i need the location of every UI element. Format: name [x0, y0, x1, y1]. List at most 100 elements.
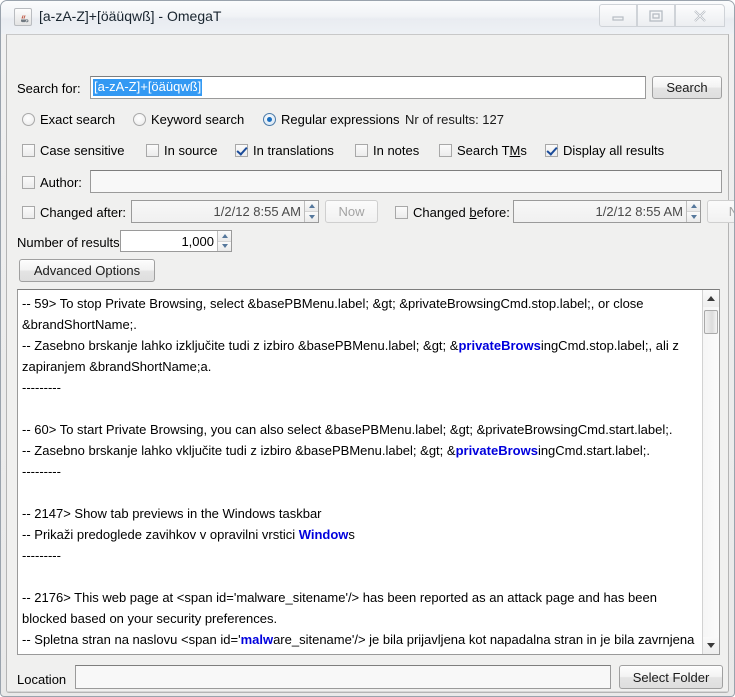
select-folder-button[interactable]: Select Folder: [619, 665, 723, 689]
checkbox-changed-after-label: Changed after:: [40, 205, 127, 220]
result-text: -- 60> To start Private Browsing, you ca…: [22, 422, 673, 437]
changed-after-spin-buttons[interactable]: [304, 201, 318, 222]
spinner-down-icon[interactable]: [687, 212, 700, 222]
search-results-panel: -- 59> To stop Private Browsing, select …: [17, 289, 720, 655]
search-results-text[interactable]: -- 59> To stop Private Browsing, select …: [18, 290, 703, 654]
checkbox-in-translations-label: In translations: [253, 143, 334, 158]
dialog-content: Search for: [a-zA-Z]+[öäüqwß] Search Exa…: [6, 34, 734, 693]
checkbox-display-all-results-label: Display all results: [563, 143, 665, 158]
result-line: -- 2147> Show tab previews in the Window…: [22, 503, 699, 524]
changed-after-now-button[interactable]: Now: [325, 200, 378, 223]
result-line: -- Zasebno brskanje lahko vključite tudi…: [22, 440, 699, 461]
checkbox-case-sensitive-label: Case sensitive: [40, 143, 125, 158]
result-line: -- Spletna stran na naslovu <span id='ma…: [22, 629, 699, 654]
spinner-down-icon[interactable]: [305, 212, 318, 222]
checkbox-changed-before[interactable]: Changed before:: [395, 205, 510, 220]
result-text: ---------: [22, 464, 61, 479]
result-text: -- 2147> Show tab previews in the Window…: [22, 506, 322, 521]
checkbox-in-notes-label: In notes: [373, 143, 420, 158]
checkbox-changed-before-label: Changed before:: [413, 205, 510, 220]
result-line: -- 60> To start Private Browsing, you ca…: [22, 419, 699, 440]
checkbox-search-tms-box: [439, 144, 452, 157]
spinner-up-icon[interactable]: [305, 201, 318, 212]
checkbox-changed-after[interactable]: Changed after:: [22, 205, 126, 220]
radio-regular-expressions-label: Regular expressions: [281, 112, 400, 127]
changed-before-spin-buttons[interactable]: [686, 201, 700, 222]
result-match-highlight: privateBrows: [455, 443, 538, 458]
result-text: -- Prikaži predoglede zavihkov v opravil…: [22, 527, 299, 542]
changed-after-spinner[interactable]: 1/2/12 8:55 AM: [131, 200, 319, 223]
search-for-label: Search for:: [17, 81, 81, 96]
location-label: Location: [17, 672, 67, 687]
checkbox-in-source-label: In source: [164, 143, 218, 158]
result-text: -- 59> To stop Private Browsing, select …: [22, 296, 644, 332]
title-bar: [a-zA-Z]+[öäüqwß] - OmegaT: [1, 1, 734, 34]
checkbox-author[interactable]: Author:: [22, 175, 82, 190]
author-input[interactable]: [90, 170, 722, 193]
changed-after-value: 1/2/12 8:55 AM: [213, 204, 301, 219]
spinner-down-icon[interactable]: [218, 241, 231, 251]
result-text: -- 2176> This web page at <span id='malw…: [22, 590, 657, 626]
location-input[interactable]: [75, 665, 611, 689]
result-separator: ---------: [22, 461, 699, 482]
search-input[interactable]: [a-zA-Z]+[öäüqwß]: [90, 76, 646, 99]
maximize-icon[interactable]: [637, 4, 675, 27]
scroll-up-icon[interactable]: [703, 290, 719, 307]
number-of-results-value: 1,000: [181, 233, 214, 249]
checkbox-in-notes[interactable]: In notes: [355, 143, 419, 158]
minimize-icon[interactable]: [599, 4, 637, 27]
scroll-down-icon[interactable]: [703, 637, 719, 654]
footer-separator: [8, 691, 727, 692]
changed-before-value: 1/2/12 8:55 AM: [595, 204, 683, 219]
checkbox-in-source[interactable]: In source: [146, 143, 217, 158]
number-of-results-label: Number of results:: [17, 235, 124, 250]
result-match-highlight: privateBrows: [458, 338, 541, 353]
checkbox-in-source-box: [146, 144, 159, 157]
result-line: -- Prikaži predoglede zavihkov v opravil…: [22, 524, 699, 545]
window-title: [a-zA-Z]+[öäüqwß] - OmegaT: [39, 8, 222, 24]
results-scrollbar[interactable]: [702, 290, 719, 654]
result-text: -- Zasebno brskanje lahko vključite tudi…: [22, 443, 456, 458]
result-line: -- 2176> This web page at <span id='malw…: [22, 587, 699, 629]
scrollbar-thumb[interactable]: [704, 310, 718, 334]
result-text: ---------: [22, 548, 61, 563]
result-text: ---------: [22, 380, 61, 395]
checkbox-display-all-results-box: [545, 144, 558, 157]
result-text: ingCmd.start.label;.: [537, 443, 650, 458]
advanced-options-button[interactable]: Advanced Options: [19, 259, 155, 282]
spinner-up-icon[interactable]: [687, 201, 700, 212]
number-of-results-spinner[interactable]: 1,000: [120, 230, 232, 252]
radio-exact-search-label: Exact search: [40, 112, 116, 127]
omegat-search-window: [a-zA-Z]+[öäüqwß] - OmegaT Search for: […: [0, 0, 735, 697]
result-separator: ---------: [22, 377, 699, 398]
search-button[interactable]: Search: [652, 76, 722, 99]
result-line: -- 59> To stop Private Browsing, select …: [22, 293, 699, 335]
checkbox-in-translations-box: [235, 144, 248, 157]
result-text: -- Spletna stran na naslovu <span id=': [22, 632, 241, 647]
radio-regular-expressions-indicator: [263, 113, 276, 126]
spinner-up-icon[interactable]: [218, 231, 231, 242]
checkbox-author-label: Author:: [40, 175, 82, 190]
changed-before-spinner[interactable]: 1/2/12 8:55 AM: [513, 200, 701, 223]
result-line: -- Zasebno brskanje lahko izključite tud…: [22, 335, 699, 377]
checkbox-in-translations[interactable]: In translations: [235, 143, 334, 158]
radio-regular-expressions[interactable]: Regular expressions: [263, 112, 400, 127]
checkbox-search-tms[interactable]: Search TMs: [439, 143, 527, 158]
result-text: -- Zasebno brskanje lahko izključite tud…: [22, 338, 459, 353]
java-coffee-cup-icon: [14, 8, 32, 26]
results-count-label: Nr of results: 127: [405, 112, 504, 127]
close-icon[interactable]: [675, 4, 725, 27]
radio-keyword-search[interactable]: Keyword search: [133, 112, 244, 127]
radio-exact-search[interactable]: Exact search: [22, 112, 115, 127]
radio-keyword-search-indicator: [133, 113, 146, 126]
number-of-results-spin-buttons[interactable]: [217, 231, 231, 251]
result-match-highlight: Window: [298, 527, 349, 542]
checkbox-changed-after-box: [22, 206, 35, 219]
changed-before-now-button[interactable]: N: [707, 200, 734, 223]
result-blank-line: [22, 482, 699, 503]
checkbox-in-notes-box: [355, 144, 368, 157]
search-input-value: [a-zA-Z]+[öäüqwß]: [93, 79, 203, 96]
checkbox-case-sensitive[interactable]: Case sensitive: [22, 143, 125, 158]
checkbox-search-tms-label: Search TMs: [457, 143, 527, 158]
checkbox-display-all-results[interactable]: Display all results: [545, 143, 664, 158]
